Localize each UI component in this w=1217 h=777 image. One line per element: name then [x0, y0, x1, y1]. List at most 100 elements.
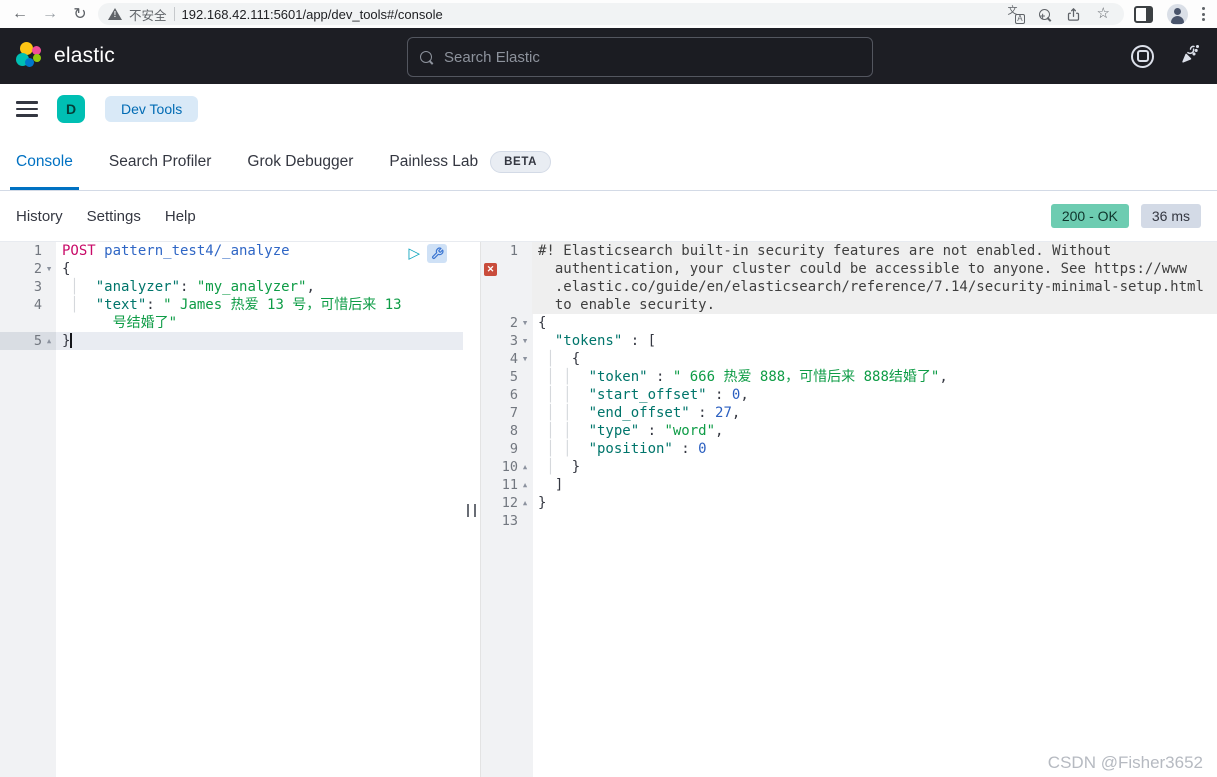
browser-menu-icon[interactable]	[1202, 7, 1205, 21]
request-editor[interactable]: ▷ 1 POST pattern_test4/_analyze 2 ▾{3 │ "an…	[0, 242, 463, 777]
fold-toggle-icon[interactable]: ▴	[518, 476, 532, 494]
code-line: │ │ "end_offset" : 27,	[532, 404, 1217, 422]
breadcrumb-bar: D Dev Tools	[0, 84, 1217, 134]
line-number: 13	[501, 513, 518, 529]
gutter-cell: 3	[0, 278, 56, 296]
fold-toggle-icon[interactable]: ▴	[518, 494, 532, 512]
share-icon[interactable]	[1066, 7, 1081, 22]
watermark: CSDN @Fisher3652	[1047, 753, 1203, 772]
gutter-cell: 2 ▾	[0, 260, 56, 278]
fold-toggle-icon[interactable]: ▾	[518, 350, 532, 368]
help-icon[interactable]	[1131, 44, 1154, 68]
global-search-input[interactable]	[442, 47, 860, 67]
code-line: authentication, your cluster could be ac…	[532, 260, 1217, 278]
code-line: }	[532, 494, 1217, 512]
line-number: 9	[509, 441, 518, 457]
code-line: │ │ "position" : 0	[532, 440, 1217, 458]
line-number: 1	[509, 243, 518, 259]
side-panel-icon[interactable]	[1134, 5, 1153, 23]
zoom-icon[interactable]: +	[1038, 8, 1050, 21]
bookmark-star-icon[interactable]: ☆	[1097, 6, 1110, 21]
url-bar[interactable]: ! 不安全 192.168.42.111:5601/app/dev_tools#…	[98, 3, 1124, 25]
code-row: 9 │ │ "position" : 0	[480, 440, 1217, 458]
menu-toggle-icon[interactable]	[16, 101, 38, 117]
code-token: "my_analyzer"	[196, 279, 307, 295]
code-token: to enable security.	[538, 297, 716, 313]
code-token: " James 热爱 13 号，可惜后来 13	[163, 297, 402, 313]
profile-avatar[interactable]	[1167, 3, 1188, 25]
code-line: {	[532, 314, 1217, 332]
header-actions	[1131, 43, 1201, 69]
request-options-button[interactable]	[427, 244, 447, 263]
wrench-icon	[431, 247, 444, 259]
history-button[interactable]: History	[16, 208, 63, 225]
page-url: 192.168.42.111:5601/app/dev_tools#/conso…	[181, 6, 443, 22]
tab-grok-debugger[interactable]: Grok Debugger	[241, 134, 359, 190]
breadcrumb-dev-tools[interactable]: Dev Tools	[105, 96, 199, 122]
code-token: :	[622, 333, 648, 349]
line-number: 12	[501, 495, 518, 511]
code-row[interactable]: 3 │ "analyzer": "my_analyzer",	[0, 278, 463, 296]
code-token: 号结婚了"	[112, 315, 178, 331]
fold-toggle-icon[interactable]: ▴	[42, 332, 56, 350]
code-row[interactable]: 号结婚了"	[0, 314, 463, 332]
code-token: ,	[939, 369, 948, 385]
translate-icon[interactable]: 文A	[1008, 6, 1025, 24]
code-line: #! Elasticsearch built-in security featu…	[532, 242, 1217, 260]
code-token: "position"	[588, 441, 673, 457]
code-token: │ │	[538, 405, 589, 421]
code-token: [	[647, 333, 657, 349]
browser-reload-button[interactable]: ↻	[68, 3, 92, 25]
url-separator	[173, 7, 175, 21]
line-number: 3	[33, 279, 42, 295]
security-warning-icon[interactable]: !	[108, 8, 122, 20]
newsfeed-icon[interactable]	[1180, 43, 1201, 69]
gutter-cell: 6	[480, 386, 532, 404]
tab-painless-lab[interactable]: Painless Lab BETA	[383, 134, 557, 190]
fold-toggle-icon[interactable]: ▾	[518, 332, 532, 350]
fold-toggle-icon[interactable]: ▴	[518, 458, 532, 476]
code-row: 1 #! Elasticsearch built-in security feat…	[480, 242, 1217, 260]
beta-badge: BETA	[490, 151, 551, 173]
code-line: "tokens" : [	[532, 332, 1217, 350]
browser-back-button[interactable]: ←	[8, 3, 32, 25]
gutter-cell: 8	[480, 422, 532, 440]
code-row: 7 │ │ "end_offset" : 27,	[480, 404, 1217, 422]
gutter-cell: ✕	[480, 260, 532, 278]
help-button[interactable]: Help	[165, 208, 196, 225]
code-row[interactable]: 2 ▾ {	[0, 260, 463, 278]
search-icon	[420, 51, 432, 63]
tab-console[interactable]: Console	[10, 134, 79, 190]
gutter-cell: 10 ▴	[480, 458, 532, 476]
gutter-cell	[480, 296, 532, 314]
code-token: │ │	[538, 441, 589, 457]
code-token: ]	[554, 477, 564, 493]
tab-search-profiler[interactable]: Search Profiler	[103, 134, 218, 190]
gutter-cell: 4	[0, 296, 56, 314]
code-token: {	[571, 351, 581, 367]
panel-splitter[interactable]	[463, 242, 480, 777]
global-search[interactable]	[407, 37, 873, 77]
security-label: 不安全	[129, 8, 167, 23]
code-token: ,	[715, 423, 724, 439]
code-token: #! Elasticsearch built-in security featu…	[538, 243, 1112, 259]
request-actions: ▷	[408, 244, 447, 263]
code-line: ]	[532, 476, 1217, 494]
code-row: 2 ▾ {	[480, 314, 1217, 332]
space-avatar[interactable]: D	[57, 95, 85, 123]
code-token: │ │	[538, 423, 589, 439]
splitter-grip-icon	[467, 504, 476, 517]
send-request-button[interactable]: ▷	[408, 245, 420, 263]
fold-toggle-icon[interactable]: ▾	[518, 314, 532, 332]
settings-button[interactable]: Settings	[87, 208, 141, 225]
fold-toggle-icon[interactable]: ▾	[42, 260, 56, 278]
browser-forward-button[interactable]: →	[38, 3, 62, 25]
code-token: 0	[698, 441, 707, 457]
code-token: │	[62, 279, 96, 295]
elastic-logo-icon[interactable]	[16, 42, 44, 70]
code-line: .elastic.co/guide/en/elasticsearch/refer…	[532, 278, 1217, 296]
code-row[interactable]: 4 │ "text": " James 热爱 13 号，可惜后来 13	[0, 296, 463, 314]
code-row[interactable]: 1 POST pattern_test4/_analyze	[0, 242, 463, 260]
code-row[interactable]: 5 ▴}	[0, 332, 463, 350]
code-token: "tokens"	[554, 333, 623, 349]
